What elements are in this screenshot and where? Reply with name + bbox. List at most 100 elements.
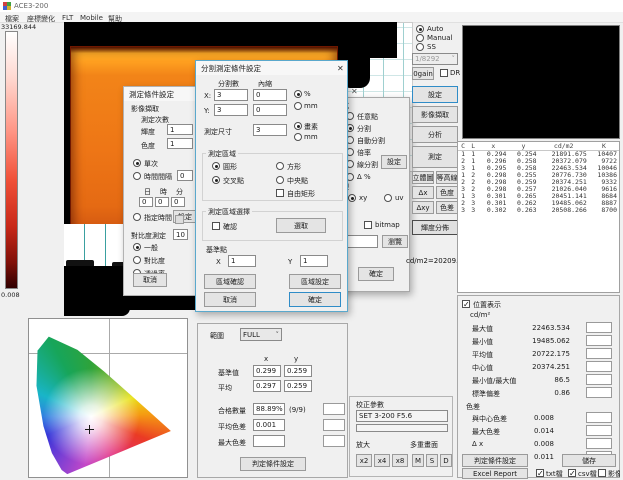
manual-radio[interactable]: [416, 34, 424, 42]
stat-min-value: 19485.062: [518, 337, 570, 345]
cie-panel[interactable]: [28, 318, 188, 478]
menu-flt[interactable]: FLT: [62, 14, 73, 22]
size-pixel-radio[interactable]: [294, 122, 302, 130]
browse-button[interactable]: 瀏覽: [382, 235, 408, 248]
zoom-x2-button[interactable]: x2: [356, 454, 372, 467]
interval-radio[interactable]: [133, 172, 141, 180]
coord-uv-radio[interactable]: [384, 194, 392, 202]
size-mm-radio[interactable]: [294, 133, 302, 141]
hour-field[interactable]: 0: [155, 197, 169, 207]
base-y-field[interactable]: 1: [300, 255, 328, 267]
ss-radio[interactable]: [416, 43, 424, 51]
centerpoint-label: 中央點: [287, 176, 308, 186]
table-row: 320.2980.25721026.0409616: [458, 186, 619, 193]
pick-button[interactable]: 選取: [276, 218, 326, 233]
confirm-checkbox[interactable]: [212, 222, 220, 230]
div-count-label: 分割數: [218, 79, 239, 89]
x-div-field[interactable]: 3: [214, 89, 248, 101]
area-set-button[interactable]: 區域設定: [289, 274, 341, 289]
csv-checkbox[interactable]: [568, 469, 576, 477]
contour-button[interactable]: 等高線: [436, 171, 458, 184]
contrast-radio[interactable]: [133, 256, 141, 264]
capture-button[interactable]: 影像擷取: [412, 106, 458, 123]
freerect-checkbox[interactable]: [276, 189, 284, 197]
avg-y-field[interactable]: 0.259: [284, 380, 312, 392]
excel-report-button[interactable]: Excel Report: [462, 468, 528, 479]
minute-field[interactable]: 0: [171, 197, 185, 207]
select-group-label: 測定區域選擇: [206, 207, 252, 217]
grid-window-close-icon[interactable]: ✕: [351, 87, 358, 96]
delta-xy-button[interactable]: Δxy: [412, 201, 434, 214]
range-dropdown[interactable]: FULL ˅: [240, 328, 282, 341]
coord-xy-radio[interactable]: [348, 194, 356, 202]
multi-s-button[interactable]: S: [426, 454, 438, 467]
ref-y-field[interactable]: 0.259: [284, 365, 312, 377]
dr-label: DR: [450, 69, 460, 77]
save-button[interactable]: 儲存: [562, 454, 616, 467]
avg-x-field[interactable]: 0.297: [253, 380, 281, 392]
interval-field[interactable]: 0: [177, 170, 193, 181]
general-radio[interactable]: [133, 243, 141, 251]
chroma-count-field[interactable]: 1: [167, 138, 193, 149]
colorbar-min-value: 0.008: [1, 291, 20, 299]
gain-button[interactable]: 0gain: [412, 67, 434, 80]
size-field[interactable]: 3: [253, 124, 287, 136]
settings-button[interactable]: 設定: [412, 86, 458, 103]
multi-m-button[interactable]: M: [412, 454, 424, 467]
measurement-table-panel[interactable]: C L x y cd/m2 K 110.2940.25421891.675104…: [457, 141, 620, 293]
judge-condition-button[interactable]: 判定條件設定: [240, 457, 306, 471]
circle-radio[interactable]: [212, 162, 220, 170]
stereo-button[interactable]: 立體圖: [412, 171, 434, 184]
chroma-button[interactable]: 色度: [436, 186, 458, 199]
day-field[interactable]: 0: [139, 197, 153, 207]
method-set-button[interactable]: 設定: [381, 155, 407, 169]
image-file-checkbox[interactable]: [598, 469, 606, 477]
interval2-field[interactable]: 10: [173, 229, 188, 240]
scheduled-radio[interactable]: [133, 213, 141, 221]
bitmap-checkbox[interactable]: [364, 221, 372, 229]
image-file-label: 影像檔: [608, 469, 620, 479]
split-ok-button[interactable]: 確定: [289, 292, 341, 307]
zoom-label: 放大: [356, 440, 370, 450]
stat-max-judge-box: [586, 322, 612, 333]
method-ok-button[interactable]: 確定: [358, 267, 394, 281]
inset-pct-radio[interactable]: [294, 90, 302, 98]
dr-checkbox[interactable]: [440, 69, 448, 77]
base-x-field[interactable]: 1: [228, 255, 256, 267]
measure-button[interactable]: 測定: [412, 146, 458, 168]
split-cancel-button[interactable]: 取消: [204, 292, 256, 307]
color-diff-button[interactable]: 色差: [436, 201, 458, 214]
ref-x-field[interactable]: 0.299: [253, 365, 281, 377]
hour-label: 時: [160, 187, 167, 197]
analyze-button[interactable]: 分析: [412, 126, 458, 143]
centerpoint-radio[interactable]: [276, 176, 284, 184]
auto-radio[interactable]: [416, 25, 424, 33]
zoom-x8-button[interactable]: x8: [392, 454, 408, 467]
stats-judge-button[interactable]: 判定條件設定: [462, 454, 528, 467]
measure-cancel-button[interactable]: 取消: [133, 273, 167, 287]
shutter-dropdown[interactable]: 1/8292 ˅: [412, 53, 458, 65]
lum-count-field[interactable]: 1: [167, 124, 193, 135]
table-row: 310.2950.25822463.53410046: [458, 165, 619, 172]
area-confirm-button[interactable]: 區域確認: [204, 274, 256, 289]
inset-mm-radio[interactable]: [294, 102, 302, 110]
luminance-dist-button[interactable]: 輝度分佈: [412, 220, 458, 235]
y-div-field[interactable]: 3: [214, 104, 248, 116]
result-image[interactable]: [462, 25, 620, 139]
cross-radio[interactable]: [212, 176, 220, 184]
txt-checkbox[interactable]: [536, 469, 544, 477]
square-radio[interactable]: [276, 162, 284, 170]
multi-d-button[interactable]: D: [440, 454, 452, 467]
delta-x-button[interactable]: Δx: [412, 186, 434, 199]
zoom-x4-button[interactable]: x4: [374, 454, 390, 467]
y-inset-field[interactable]: 0: [253, 104, 287, 116]
single-radio[interactable]: [133, 159, 141, 167]
split-close-icon[interactable]: ✕: [337, 64, 344, 73]
ss-label: SS: [427, 43, 436, 51]
spin-button[interactable]: [175, 215, 184, 224]
position-display-checkbox[interactable]: [462, 300, 470, 308]
x-inset-field[interactable]: 0: [253, 89, 287, 101]
coord-uv-label: uv: [395, 194, 404, 202]
menu-mobile[interactable]: Mobile: [80, 14, 103, 22]
txt-label: txt檔: [546, 469, 563, 479]
